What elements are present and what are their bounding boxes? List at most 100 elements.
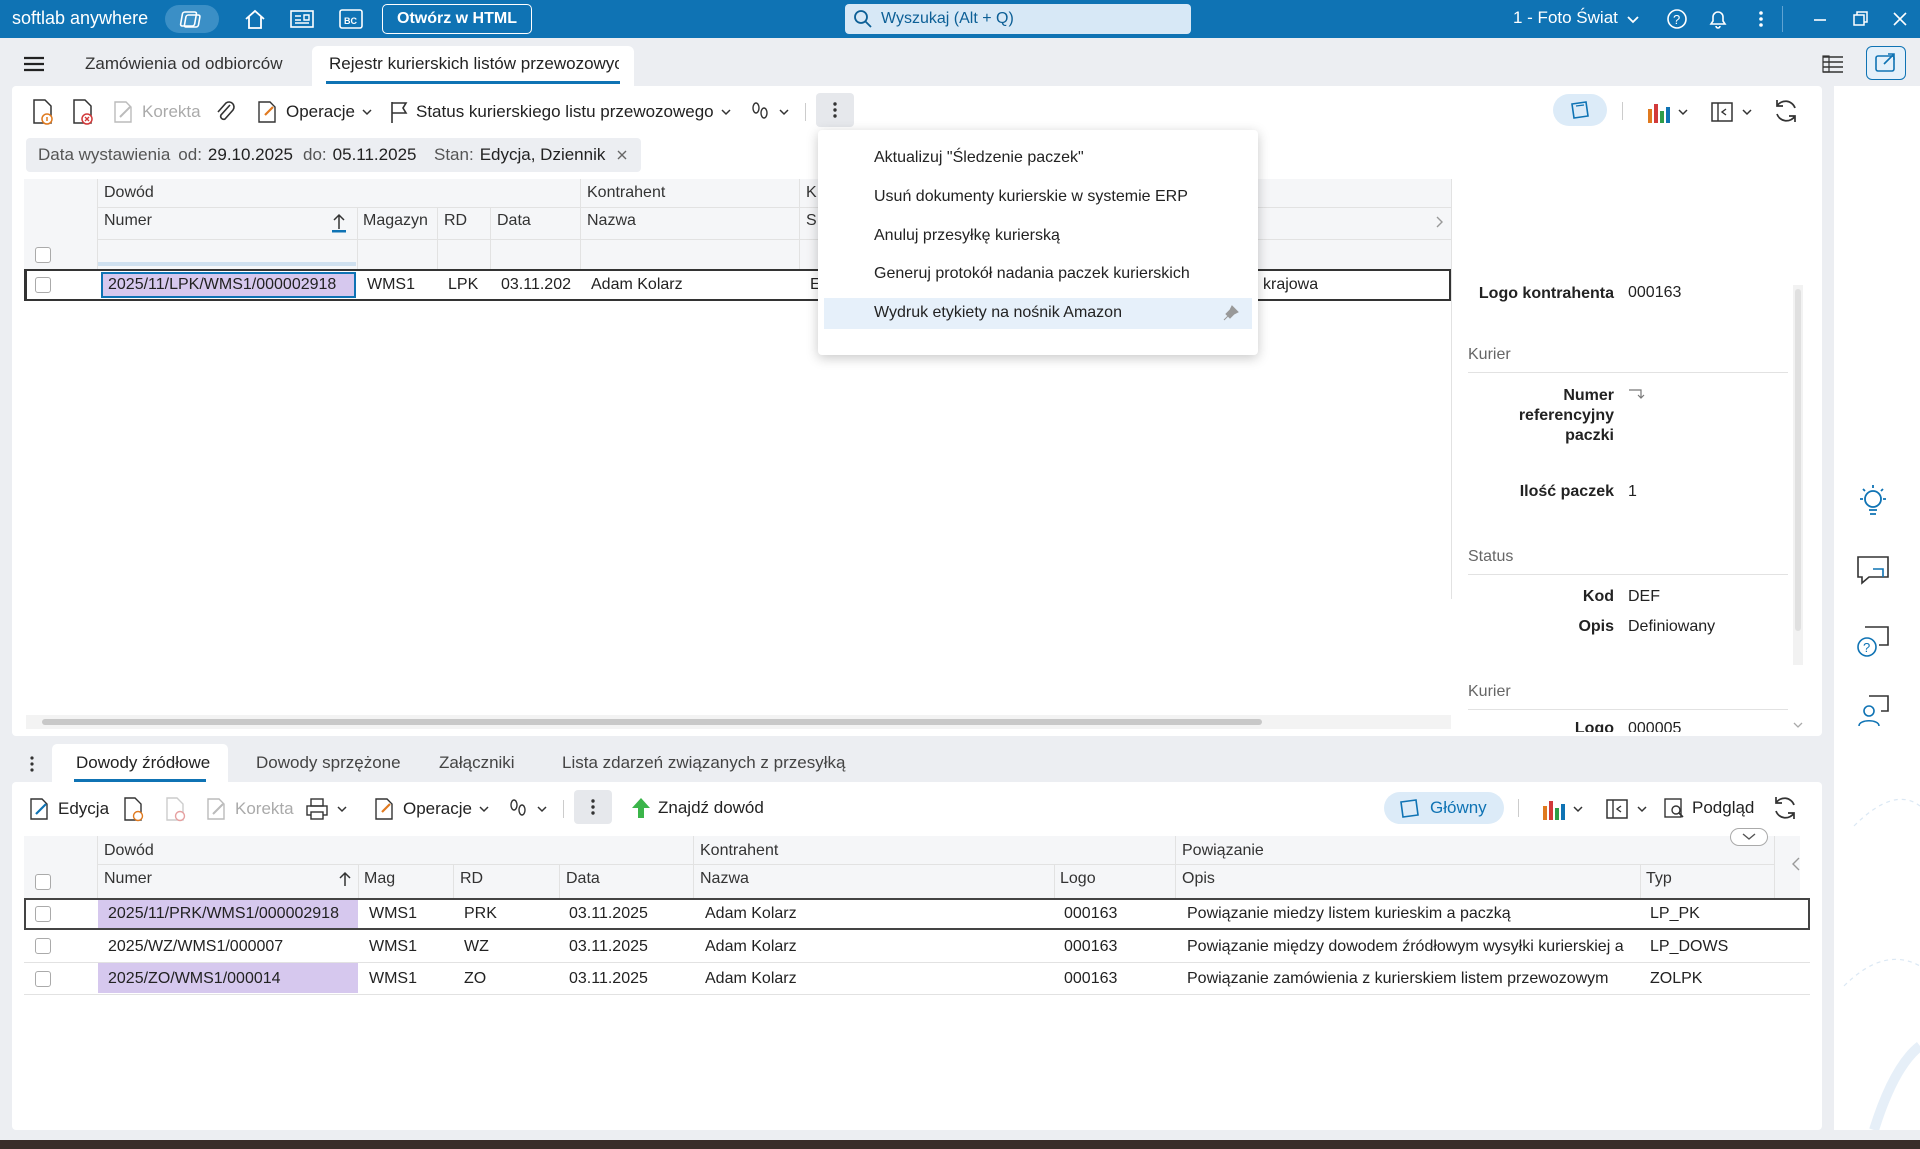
collapse-header-button[interactable] — [1730, 828, 1768, 846]
brow3-numer[interactable]: 2025/ZO/WMS1/000014 — [108, 970, 281, 988]
col-numer[interactable]: Numer — [104, 212, 152, 230]
row-checkbox[interactable] — [35, 906, 51, 922]
chat-icon[interactable] — [1855, 553, 1891, 589]
search-input[interactable]: Wyszukaj (Alt + Q) — [845, 4, 1191, 34]
list-view-icon[interactable] — [1820, 52, 1846, 76]
korekta-button-lower[interactable]: Korekta — [205, 796, 294, 822]
operacje-lower-label: Operacje — [403, 799, 472, 818]
menu-item-aktualizuj[interactable]: Aktualizuj "Śledzenie paczek" — [874, 149, 1084, 167]
chevron-left-icon[interactable] — [1790, 855, 1802, 873]
bell-icon[interactable] — [1705, 7, 1731, 31]
layout-menu[interactable] — [1709, 99, 1753, 125]
tab-dowody-sprzezone[interactable]: Dowody sprzężone — [256, 753, 401, 773]
row-checkbox[interactable] — [35, 971, 51, 987]
home-icon[interactable] — [242, 7, 268, 31]
delete-document-button[interactable] — [70, 98, 96, 126]
stan-filter-chip[interactable]: Stan: Edycja, Dziennik — [422, 138, 642, 172]
date-filter-chip[interactable]: Data wystawienia od: 29.10.2025 do: 05.1… — [26, 138, 429, 172]
bcol-nazwa[interactable]: Nazwa — [700, 870, 749, 888]
chart-menu-lower[interactable] — [1540, 796, 1584, 822]
search-icon — [854, 10, 872, 28]
hamburger-menu-icon[interactable] — [22, 53, 46, 75]
tab-dowody-zrodlowe[interactable]: Dowody źródłowe — [52, 744, 228, 782]
lightbulb-icon[interactable] — [1855, 483, 1891, 519]
tracking-menu[interactable] — [748, 99, 790, 125]
col-nazwa[interactable]: Nazwa — [587, 212, 636, 230]
bcol-typ[interactable]: Typ — [1646, 870, 1672, 888]
bcol-numer[interactable]: Numer — [104, 870, 152, 888]
chevron-down-icon[interactable] — [1625, 9, 1651, 33]
brow2-numer[interactable]: 2025/WZ/WMS1/000007 — [108, 938, 283, 956]
tab-lista-zdarzen[interactable]: Lista zdarzeń związanych z przesyłką — [562, 753, 845, 773]
menu-item-anuluj[interactable]: Anuluj przesyłkę kurierską — [874, 227, 1060, 245]
brow1-logo: 000163 — [1064, 905, 1118, 922]
bcol-mag[interactable]: Mag — [364, 870, 395, 888]
col-data[interactable]: Data — [497, 212, 531, 230]
podglad-button[interactable]: Podgląd — [1662, 796, 1754, 820]
znajdz-label: Znajdź dowód — [658, 798, 764, 817]
status-menu[interactable]: Status kurierskiego listu przewozowego — [388, 99, 732, 125]
chevron-down-icon[interactable] — [1792, 720, 1804, 730]
bc-icon[interactable]: BC — [338, 7, 364, 31]
refresh-button-lower[interactable] — [1770, 793, 1800, 823]
print-menu[interactable] — [304, 796, 348, 822]
tab-zalaczniki[interactable]: Załączniki — [439, 753, 515, 773]
glowny-toggle[interactable]: Główny — [1384, 792, 1504, 824]
support-agent-icon[interactable] — [1855, 693, 1891, 729]
menu-item-wydruk[interactable]: Wydruk etykiety na nośnik Amazon — [874, 304, 1122, 322]
tab-zamowienia[interactable]: Zamówienia od odbiorców — [85, 54, 283, 74]
workspace-switch[interactable] — [165, 5, 219, 33]
new-document-info-button[interactable] — [30, 98, 56, 126]
minimize-icon[interactable] — [1807, 7, 1833, 31]
brow3-opis: Powiązanie zamówienia z kurierskiem list… — [1187, 970, 1609, 987]
close-icon[interactable] — [615, 148, 629, 162]
chart-menu[interactable] — [1645, 99, 1689, 125]
menu-item-generuj[interactable]: Generuj protokół nadania paczek kuriersk… — [874, 265, 1190, 283]
bcol-data[interactable]: Data — [566, 870, 600, 888]
document-info-button[interactable] — [122, 796, 146, 822]
share-button[interactable] — [1866, 46, 1906, 80]
help-chat-icon[interactable]: ? — [1855, 623, 1891, 659]
sort-asc-icon[interactable] — [337, 870, 353, 888]
row-checkbox[interactable] — [35, 938, 51, 954]
edycja-button[interactable]: Edycja — [28, 796, 109, 822]
row-checkbox[interactable] — [35, 277, 51, 293]
tracking-menu-lower[interactable] — [506, 796, 548, 822]
chevron-down-icon — [537, 806, 547, 813]
open-html-button[interactable]: Otwórz w HTML — [382, 4, 532, 34]
col-rd[interactable]: RD — [444, 212, 467, 230]
layout-menu-lower[interactable] — [1604, 796, 1648, 822]
company-selector[interactable]: 1 - Foto Świat — [1513, 8, 1618, 28]
korekta-button[interactable]: Korekta — [112, 99, 201, 125]
attachment-button[interactable] — [214, 99, 238, 125]
chevron-right-icon[interactable] — [1434, 214, 1446, 230]
delete-document-button[interactable] — [164, 796, 188, 822]
main-view-toggle[interactable] — [1553, 94, 1607, 126]
more-vertical-icon[interactable] — [1748, 7, 1774, 31]
restore-icon[interactable] — [1847, 7, 1873, 31]
bcol-logo[interactable]: Logo — [1060, 870, 1096, 888]
znajdz-dowod-button[interactable]: Znajdź dowód — [630, 796, 764, 820]
menu-item-usun[interactable]: Usuń dokumenty kurierskie w systemie ERP — [874, 188, 1188, 206]
bcol-rd[interactable]: RD — [460, 870, 483, 888]
tab-rejestr[interactable]: Rejestr kurierskich listów przewozowych — [312, 46, 634, 86]
horizontal-scrollbar[interactable] — [26, 715, 1451, 729]
col-magazyn[interactable]: Magazyn — [363, 212, 428, 230]
news-icon[interactable] — [289, 7, 315, 31]
operacje-menu[interactable]: Operacje — [256, 99, 373, 125]
sort-asc-icon[interactable] — [330, 211, 348, 233]
bselect-all-checkbox[interactable] — [35, 874, 51, 890]
row-numer[interactable]: 2025/11/LPK/WMS1/000002918 — [108, 276, 354, 294]
help-icon[interactable]: ? — [1664, 7, 1690, 31]
brow1-numer[interactable]: 2025/11/PRK/WMS1/000002918 — [108, 905, 339, 923]
pin-icon[interactable] — [1222, 304, 1240, 322]
select-all-checkbox[interactable] — [35, 247, 51, 263]
operacje-menu-lower[interactable]: Operacje — [373, 796, 490, 822]
refresh-button[interactable] — [1771, 96, 1801, 126]
more-options-button[interactable] — [816, 93, 854, 127]
more-vertical-icon[interactable] — [22, 753, 42, 775]
more-options-button-lower[interactable] — [574, 790, 612, 824]
col-s[interactable]: S — [806, 212, 817, 230]
bcol-opis[interactable]: Opis — [1182, 870, 1215, 888]
close-icon[interactable] — [1887, 7, 1913, 31]
